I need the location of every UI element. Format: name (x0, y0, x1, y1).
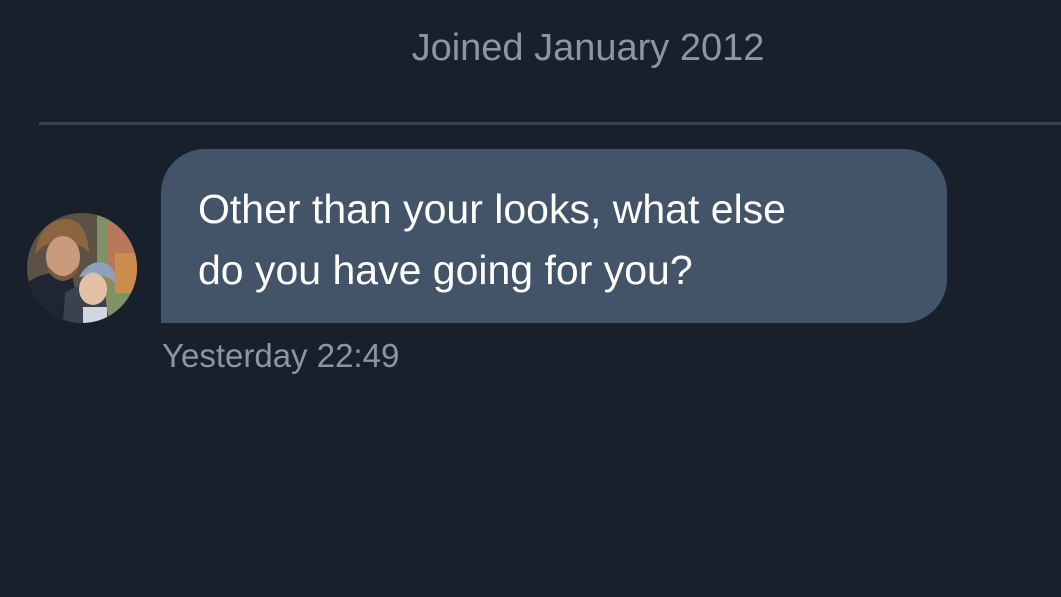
avatar-photo (27, 213, 137, 323)
message-timestamp: Yesterday 22:49 (162, 337, 400, 374)
sender-avatar[interactable] (27, 213, 137, 323)
divider (39, 122, 1061, 125)
message-bubble[interactable]: Other than your looks, what else do you … (161, 149, 947, 323)
joined-date: Joined January 2012 (411, 27, 765, 69)
